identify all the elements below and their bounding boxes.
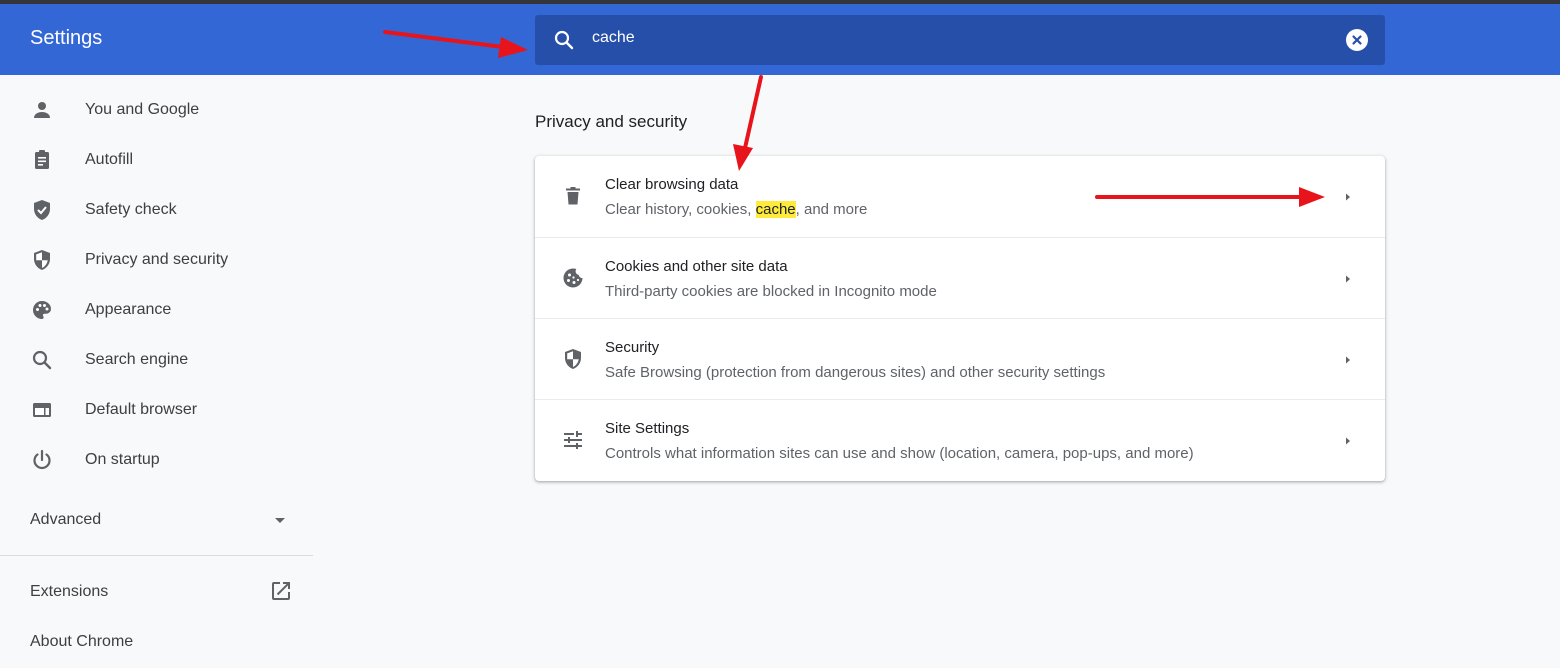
sidebar-advanced-toggle[interactable]: Advanced: [0, 495, 313, 545]
sidebar-item-you-and-google[interactable]: You and Google: [0, 85, 313, 135]
privacy-card: Clear browsing data Clear history, cooki…: [535, 156, 1385, 481]
sidebar-item-label: You and Google: [85, 101, 200, 118]
search-icon: [554, 30, 574, 50]
row-subtitle: Safe Browsing (protection from dangerous…: [605, 364, 1106, 381]
cookie-icon: [563, 268, 583, 288]
header-bar: Settings cache: [0, 4, 1560, 75]
sidebar-item-safety-check[interactable]: Safety check: [0, 185, 313, 235]
sidebar-item-extensions[interactable]: Extensions: [0, 566, 313, 616]
sidebar-divider: [0, 555, 313, 556]
close-icon: [1352, 35, 1362, 45]
sidebar-item-autofill[interactable]: Autofill: [0, 135, 313, 185]
shield-half-icon: [565, 349, 581, 369]
sidebar-item-label: Appearance: [85, 301, 172, 318]
person-icon: [34, 102, 50, 118]
subtitle-text: , and more: [795, 201, 868, 218]
palette-icon: [32, 301, 51, 319]
about-label: About Chrome: [30, 633, 134, 650]
row-title: Clear browsing data: [605, 176, 739, 193]
shield-check-icon: [34, 200, 50, 220]
search-highlight: cache: [755, 201, 796, 218]
sidebar-item-about-chrome[interactable]: About Chrome: [0, 616, 313, 666]
arrow-right-icon: [1346, 193, 1350, 201]
shield-half-icon: [34, 250, 50, 270]
row-subtitle: Clear history, cookies, cache, and more: [605, 201, 867, 218]
trash-icon: [566, 187, 580, 205]
page-title: Settings: [30, 27, 103, 49]
row-title: Site Settings: [605, 420, 690, 437]
arrow-right-icon: [1346, 275, 1350, 283]
search-box[interactable]: cache: [535, 15, 1385, 65]
sidebar-item-appearance[interactable]: Appearance: [0, 285, 313, 335]
sidebar-item-label: Search engine: [85, 351, 189, 368]
arrow-right-icon: [1346, 437, 1350, 445]
sidebar: You and Google Autofill Safety check Pri…: [0, 75, 313, 668]
sidebar-item-label: On startup: [85, 451, 160, 468]
open-in-new-icon: [272, 582, 290, 600]
clear-search-button[interactable]: [1346, 29, 1368, 51]
sidebar-item-default-browser[interactable]: Default browser: [0, 385, 313, 435]
search-input[interactable]: cache: [592, 29, 635, 47]
subtitle-text: Clear history, cookies,: [605, 201, 756, 218]
sidebar-item-on-startup[interactable]: On startup: [0, 435, 313, 485]
arrow-right-icon: [1346, 356, 1350, 364]
clipboard-icon: [35, 150, 49, 169]
row-subtitle: Third-party cookies are blocked in Incog…: [605, 283, 937, 300]
caret-down-icon: [275, 518, 285, 523]
row-clear-browsing-data[interactable]: Clear browsing data Clear history, cooki…: [535, 156, 1385, 237]
section-title: Privacy and security: [535, 112, 688, 131]
browser-icon: [33, 403, 51, 417]
sidebar-item-label: Autofill: [85, 151, 134, 168]
row-subtitle: Controls what information sites can use …: [605, 445, 1194, 462]
row-site-settings[interactable]: Site Settings Controls what information …: [535, 399, 1385, 480]
sidebar-item-label: Default browser: [85, 401, 198, 418]
advanced-label: Advanced: [30, 511, 102, 528]
extensions-label: Extensions: [30, 583, 109, 600]
power-icon: [33, 449, 51, 470]
search-icon: [32, 350, 52, 370]
sidebar-item-privacy-and-security[interactable]: Privacy and security: [0, 235, 313, 285]
row-title: Security: [605, 339, 660, 356]
sidebar-item-label: Safety check: [85, 201, 177, 218]
tune-icon: [564, 431, 582, 449]
row-security[interactable]: Security Safe Browsing (protection from …: [535, 318, 1385, 399]
sidebar-item-search-engine[interactable]: Search engine: [0, 335, 313, 385]
row-cookies[interactable]: Cookies and other site data Third-party …: [535, 237, 1385, 318]
row-title: Cookies and other site data: [605, 258, 788, 275]
sidebar-item-label: Privacy and security: [85, 251, 229, 268]
